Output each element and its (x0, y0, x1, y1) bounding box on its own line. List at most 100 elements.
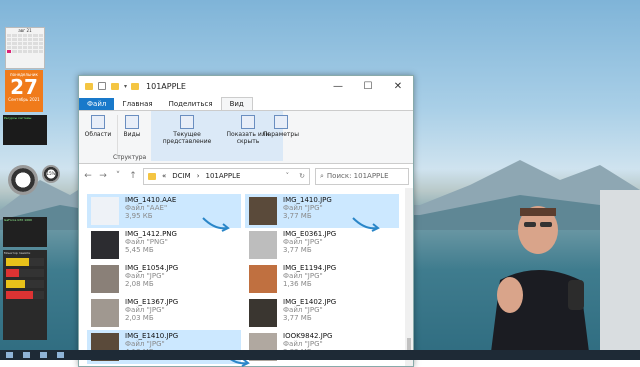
views-button[interactable]: Виды (119, 115, 145, 138)
file-size: 5,45 МБ (125, 246, 154, 254)
file-size: 2,08 МБ (125, 280, 154, 288)
views-label: Виды (123, 131, 141, 138)
file-type: Файл "JPG" (125, 306, 165, 314)
new-folder-icon[interactable] (111, 82, 119, 90)
gauge-value: 15% (46, 171, 56, 176)
file-type: Файл "JPG" (125, 340, 165, 348)
recent-locations-icon[interactable]: ˅ (113, 171, 123, 181)
address-prefix: « (162, 172, 167, 180)
views-icon (125, 115, 139, 129)
calendar-gadget[interactable]: авг 21 (5, 27, 45, 69)
vertical-scrollbar[interactable] (405, 188, 413, 366)
current-view-button[interactable]: Текущее представление (157, 115, 217, 145)
file-item[interactable]: IMG_1412.PNG Файл "PNG" 5,45 МБ (87, 228, 241, 262)
date-day: 27 (10, 75, 38, 99)
refresh-icon[interactable]: ↻ (299, 172, 305, 180)
file-item[interactable]: IMG_E0361.JPG Файл "JPG" 3,77 МБ (245, 228, 399, 262)
gpu-gadget[interactable]: GeForce GTX 1060 (3, 217, 47, 247)
breadcrumb-dcim[interactable]: DCIM (172, 172, 190, 180)
ribbon-separator (117, 115, 118, 159)
file-thumbnail (249, 231, 277, 259)
breadcrumb-101apple[interactable]: 101APPLE (206, 172, 241, 180)
file-type: Файл "JPG" (283, 238, 323, 246)
chevron-down-icon[interactable]: ▾ (124, 83, 127, 90)
file-explorer-window: ▾ 101APPLE — ☐ ✕ Файл Главная Поделиться… (78, 75, 414, 367)
options-label: Параметры (263, 131, 299, 138)
calendar-grid (6, 33, 44, 54)
search-input[interactable]: ⌕ Поиск: 101APPLE (315, 167, 409, 185)
memory-monitor-gadget[interactable]: Монитор памяти (3, 250, 47, 340)
file-type: Файл "JPG" (283, 204, 323, 212)
file-thumbnail (91, 231, 119, 259)
tab-view[interactable]: Вид (220, 97, 253, 110)
options-button[interactable]: Параметры (259, 115, 303, 138)
taskbar-app-icon[interactable] (23, 352, 30, 358)
file-size: 2,03 МБ (125, 314, 154, 322)
file-thumbnail (249, 299, 277, 327)
file-type: Файл "JPG" (283, 272, 323, 280)
date-gadget[interactable]: понедельник 27 Сентябрь 2021 (5, 70, 43, 112)
properties-icon[interactable] (98, 82, 106, 90)
current-view-label: Текущее представление (162, 131, 212, 145)
ram-gauge: 15% (42, 165, 60, 183)
taskbar (0, 350, 640, 360)
cpu-gauge (8, 165, 38, 195)
file-type: Файл "JPG" (125, 272, 165, 280)
memory-bar (6, 291, 44, 299)
cpu-label: Ресурсы системы (4, 116, 32, 120)
file-thumbnail (249, 265, 277, 293)
taskbar-app-icon[interactable] (40, 352, 47, 358)
file-size: 1,36 МБ (283, 280, 312, 288)
up-icon[interactable]: ↑ (128, 171, 138, 181)
file-type: Файл "JPG" (283, 340, 323, 348)
search-placeholder: Поиск: 101APPLE (326, 172, 389, 180)
file-item[interactable]: IMG_E1367.JPG Файл "JPG" 2,03 МБ (87, 296, 241, 330)
back-icon[interactable]: ← (83, 171, 93, 181)
ribbon-tabs: Файл Главная Поделиться Вид (79, 96, 413, 110)
file-list: IMG_1410.AAE Файл "AAE" 3,95 КБ IMG_1410.JP… (79, 188, 413, 367)
panels-button[interactable]: Области (83, 115, 113, 138)
forward-icon[interactable]: → (98, 171, 108, 181)
minimize-button[interactable]: — (323, 76, 353, 96)
breadcrumb-separator: › (196, 172, 200, 180)
group-label-structure: Структура (113, 154, 147, 161)
address-dropdown-icon[interactable]: ˅ (286, 172, 290, 180)
file-name: IMG_E1402.JPG (283, 298, 337, 306)
file-type: Файл "PNG" (125, 238, 168, 246)
file-size: 3,77 МБ (283, 314, 312, 322)
annotation-arrow (352, 217, 380, 232)
ribbon-view: Области Виды Текущее представление Показ… (79, 110, 413, 164)
file-item[interactable]: IMG_E1054.JPG Файл "JPG" 2,08 МБ (87, 262, 241, 296)
file-name: IOOK9842.JPG (283, 332, 333, 340)
window-title: 101APPLE (146, 81, 186, 91)
maximize-button[interactable]: ☐ (353, 76, 383, 96)
memory-bar (6, 280, 44, 288)
system-resources-gadget[interactable]: Ресурсы системы (3, 115, 47, 145)
file-type: Файл "JPG" (283, 306, 323, 314)
file-item[interactable]: IMG_E1402.JPG Файл "JPG" 3,77 МБ (245, 296, 399, 330)
file-size: 3,95 КБ (125, 212, 153, 220)
file-size: 3,77 МБ (283, 246, 312, 254)
address-folder-icon (148, 172, 156, 180)
tab-share[interactable]: Поделиться (161, 98, 221, 110)
panels-label: Области (84, 131, 112, 138)
webcam-presenter (490, 190, 640, 360)
close-button[interactable]: ✕ (383, 76, 413, 96)
file-name: IMG_E1054.JPG (125, 264, 179, 272)
taskbar-app-icon[interactable] (57, 352, 64, 358)
tab-home[interactable]: Главная (114, 98, 160, 110)
sensor-label: Монитор памяти (4, 251, 31, 255)
tab-file[interactable]: Файл (79, 98, 115, 110)
show-hide-icon (241, 115, 255, 129)
file-name: IMG_1412.PNG (125, 230, 177, 238)
memory-bar (6, 258, 44, 266)
file-item[interactable]: IMG_E1194.JPG Файл "JPG" 1,36 МБ (245, 262, 399, 296)
file-name: IMG_1410.JPG (283, 196, 332, 204)
start-icon[interactable] (6, 352, 13, 358)
panels-icon (91, 115, 105, 129)
title-bar[interactable]: ▾ 101APPLE — ☐ ✕ (79, 76, 413, 96)
window-folder-icon (131, 82, 140, 90)
options-icon (274, 115, 288, 129)
file-name: IMG_E1367.JPG (125, 298, 179, 306)
address-field[interactable]: « DCIM › 101APPLE ˅ ↻ (143, 167, 310, 185)
